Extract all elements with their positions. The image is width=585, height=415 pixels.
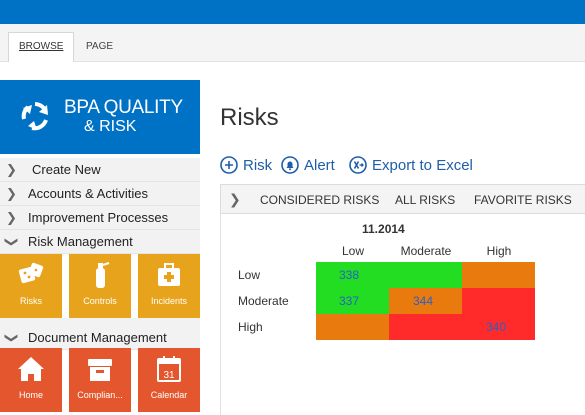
tab-page[interactable]: PAGE [86, 41, 113, 52]
tile-risks[interactable]: Risks [0, 254, 62, 318]
view-tabs: ❯ CONSIDERED RISKS ALL RISKS FAVORITE RI… [220, 184, 585, 214]
tile-label: Complian... [77, 390, 123, 400]
count-moderate-moderate[interactable]: 344 [413, 294, 433, 308]
alert-button[interactable]: Alert [281, 156, 343, 178]
add-circle-icon [220, 156, 238, 174]
brand-subtitle: & RISK [84, 118, 137, 135]
nav-risk-management[interactable]: ❯ Risk Management [0, 230, 200, 254]
nav-document-management[interactable]: ❯ Document Management [0, 326, 200, 350]
nav-label: Improvement Processes [28, 210, 169, 225]
bell-circle-icon [281, 156, 299, 174]
nav-accounts-activities[interactable]: ❯ Accounts & Activities [0, 182, 200, 206]
action-label: Export to Excel [372, 157, 473, 174]
heatmap-cell-moderate-high[interactable] [462, 288, 535, 314]
heatmap-cell-low-low[interactable] [316, 262, 462, 288]
tab-considered-risks[interactable]: CONSIDERED RISKS [260, 193, 379, 207]
heatmap-col-moderate: Moderate [400, 244, 452, 258]
nav-label: Accounts & Activities [28, 186, 148, 201]
nav-create-new[interactable]: ❯ Create New [0, 158, 200, 182]
fire-extinguisher-icon [96, 262, 110, 288]
add-risk-button[interactable]: Risk [220, 156, 276, 178]
tile-home[interactable]: Home [0, 348, 62, 412]
heatmap-col-low: Low [341, 244, 364, 258]
chevron-down-icon: ❯ [4, 332, 20, 344]
count-low-low[interactable]: 338 [339, 268, 359, 282]
heatmap-cell-high-low[interactable] [316, 314, 389, 340]
tile-label: Calendar [150, 390, 188, 400]
tile-incidents[interactable]: Incidents [138, 254, 200, 318]
calendar-day: 31 [163, 370, 175, 381]
chevron-right-icon: ❯ [6, 210, 17, 225]
tile-compliance[interactable]: Complian... [69, 348, 131, 412]
tab-favorite-risks[interactable]: FAVORITE RISKS [474, 193, 572, 207]
heatmap-cell-low-high[interactable] [462, 262, 535, 288]
nav-label: Document Management [28, 330, 167, 345]
export-to-excel-button[interactable]: Export to Excel [349, 156, 473, 178]
tile-controls[interactable]: Controls [69, 254, 131, 318]
calendar-icon: 31 [157, 356, 181, 382]
count-high-high[interactable]: 340 [486, 320, 506, 334]
tab-all-risks[interactable]: ALL RISKS [395, 193, 455, 207]
tile-label: Incidents [150, 296, 188, 306]
action-label: Risk [243, 157, 273, 174]
nav-label: Risk Management [28, 234, 133, 249]
ribbon: BROWSE PAGE [0, 24, 585, 62]
chevron-right-icon: ❯ [6, 162, 17, 177]
tile-label: Risks [20, 296, 42, 306]
heatmap-row-moderate: Moderate [238, 294, 289, 308]
heatmap-title: 11.2014 [362, 222, 405, 236]
heatmap-row-low: Low [238, 268, 261, 282]
tile-calendar[interactable]: 31 Calendar [138, 348, 200, 412]
page-title: Risks [220, 104, 279, 131]
tile-label: Home [18, 390, 43, 400]
recycle-arrows-icon [21, 102, 48, 131]
tile-label: Controls [83, 296, 117, 306]
tab-browse[interactable]: BROWSE [8, 32, 75, 62]
tile-gap [0, 318, 200, 326]
archive-box-icon [88, 359, 112, 381]
export-excel-icon [349, 156, 367, 174]
dice-icon [18, 262, 44, 284]
heatmap-cell-high-high[interactable] [389, 314, 535, 340]
nav-improvement-processes[interactable]: ❯ Improvement Processes [0, 206, 200, 230]
brand-logo[interactable]: BPA QUALITY & RISK [0, 80, 200, 154]
suite-bar [0, 0, 585, 24]
chevron-right-icon: ❯ [6, 186, 17, 201]
home-icon [18, 357, 44, 381]
nav-label: Create New [32, 162, 101, 177]
action-label: Alert [304, 157, 335, 174]
heatmap-col-high: High [486, 244, 512, 258]
first-aid-kit-icon [158, 263, 180, 286]
chevron-right-icon[interactable]: ❯ [229, 191, 241, 208]
heatmap-row-high: High [238, 320, 263, 334]
chevron-down-icon: ❯ [4, 236, 20, 248]
brand-title: BPA QUALITY [64, 97, 183, 118]
count-moderate-low[interactable]: 337 [339, 294, 359, 308]
